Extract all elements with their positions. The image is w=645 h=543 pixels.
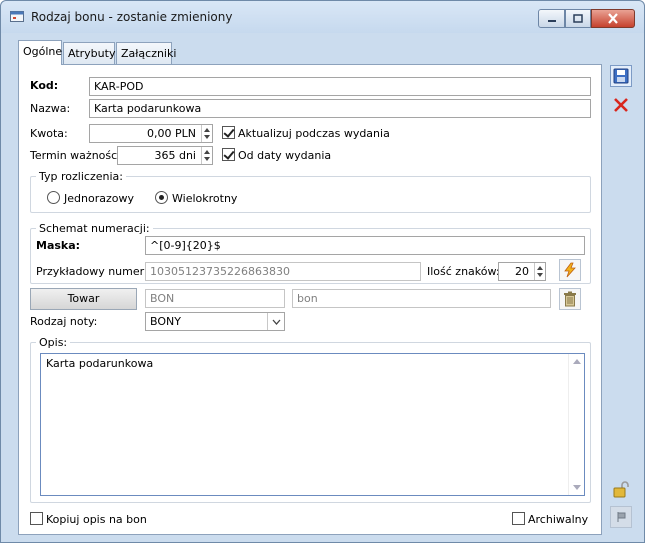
kwota-label: Kwota: <box>30 127 68 140</box>
rodzaj-noty-value: BONY <box>150 315 181 328</box>
window-title: Rodzaj bonu - zostanie zmieniony <box>31 10 233 24</box>
close-icon <box>592 10 634 27</box>
kopiuj-checkbox[interactable] <box>30 512 43 525</box>
trash-icon <box>564 291 576 307</box>
kwota-input[interactable]: 0,00 PLN <box>89 124 213 143</box>
maximize-icon <box>566 10 590 27</box>
jednorazowy-label: Jednorazowy <box>64 192 134 205</box>
towar-code-input: BON <box>145 289 285 308</box>
opis-text: Karta podarunkowa <box>46 357 154 370</box>
tab-label: Atrybuty <box>68 47 116 60</box>
archiwalny-label: Archiwalny <box>528 513 589 526</box>
wielokrotny-radio[interactable] <box>155 191 168 204</box>
cancel-icon <box>614 98 628 112</box>
wielokrotny-label: Wielokrotny <box>172 192 238 205</box>
opis-title: Opis: <box>36 336 71 349</box>
rodzaj-noty-label: Rodzaj noty: <box>30 315 98 328</box>
nazwa-label: Nazwa: <box>30 102 71 115</box>
ilosc-value: 20 <box>515 265 529 278</box>
aktualizuj-label: Aktualizuj podczas wydania <box>238 127 390 140</box>
schemat-title: Schemat numeracji: <box>36 222 153 235</box>
towar-button-label: Towar <box>67 292 100 305</box>
rodzaj-noty-select[interactable]: BONY <box>145 312 285 331</box>
maximize-button[interactable] <box>565 9 591 28</box>
opis-scrollbar[interactable] <box>568 354 584 495</box>
title-bar: Rodzaj bonu - zostanie zmieniony <box>1 1 644 33</box>
przykladowy-input: 10305123735226863830 <box>145 262 421 281</box>
typ-rozliczenia-title: Typ rozliczenia: <box>36 170 126 183</box>
opis-textarea[interactable]: Karta podarunkowa <box>40 353 585 496</box>
towar-name-input: bon <box>292 289 551 308</box>
kwota-value: 0,00 PLN <box>147 127 196 140</box>
tab-ogolne[interactable]: Ogólne <box>18 40 62 65</box>
save-icon <box>613 68 629 84</box>
ilosc-spinner[interactable] <box>534 263 545 280</box>
towar-delete-button[interactable] <box>559 288 581 310</box>
kod-input[interactable]: KAR-POD <box>89 77 591 96</box>
scroll-down-icon[interactable] <box>573 485 581 490</box>
chevron-down-icon[interactable] <box>267 313 284 330</box>
kwota-spinner[interactable] <box>201 125 212 142</box>
app-icon <box>10 11 24 22</box>
tab-label: Ogólne <box>23 45 63 58</box>
aktualizuj-checkbox[interactable] <box>222 126 235 139</box>
lightning-icon <box>564 262 576 278</box>
przykladowy-label: Przykładowy numer: <box>36 265 148 278</box>
od-daty-checkbox[interactable] <box>222 148 235 161</box>
kod-label: Kod: <box>30 79 59 92</box>
lock-button[interactable] <box>610 479 632 501</box>
termin-input[interactable]: 365 dni <box>117 146 213 165</box>
maska-input[interactable]: ^[0-9]{20}$ <box>145 236 585 255</box>
termin-spinner[interactable] <box>201 147 212 164</box>
maska-label: Maska: <box>36 239 81 252</box>
scroll-up-icon[interactable] <box>573 359 581 364</box>
generate-button[interactable] <box>559 259 581 281</box>
tab-label: Załączniki <box>121 47 177 60</box>
pin-icon <box>617 512 626 522</box>
archiwalny-checkbox[interactable] <box>512 512 525 525</box>
minimize-icon <box>539 10 564 27</box>
close-button[interactable] <box>591 9 635 28</box>
termin-value: 365 dni <box>154 149 196 162</box>
tab-zalaczniki[interactable]: Załączniki <box>116 42 176 64</box>
od-daty-label: Od daty wydania <box>238 149 332 162</box>
ilosc-input[interactable]: 20 <box>498 262 546 281</box>
ilosc-label: Ilość znaków: <box>427 265 500 278</box>
jednorazowy-radio[interactable] <box>47 191 60 204</box>
kopiuj-label: Kopiuj opis na bon <box>46 513 147 526</box>
termin-label: Termin ważności: <box>30 149 124 162</box>
nazwa-input[interactable]: Karta podarunkowa <box>89 99 591 118</box>
towar-button[interactable]: Towar <box>30 288 137 310</box>
tab-atrybuty[interactable]: Atrybuty <box>63 42 115 64</box>
cancel-button[interactable] <box>610 94 632 116</box>
save-button[interactable] <box>610 65 632 87</box>
pin-button[interactable] <box>610 506 632 528</box>
lock-icon <box>613 481 629 498</box>
dialog-window: Rodzaj bonu - zostanie zmieniony Ogólne … <box>0 0 645 543</box>
minimize-button[interactable] <box>538 9 565 28</box>
